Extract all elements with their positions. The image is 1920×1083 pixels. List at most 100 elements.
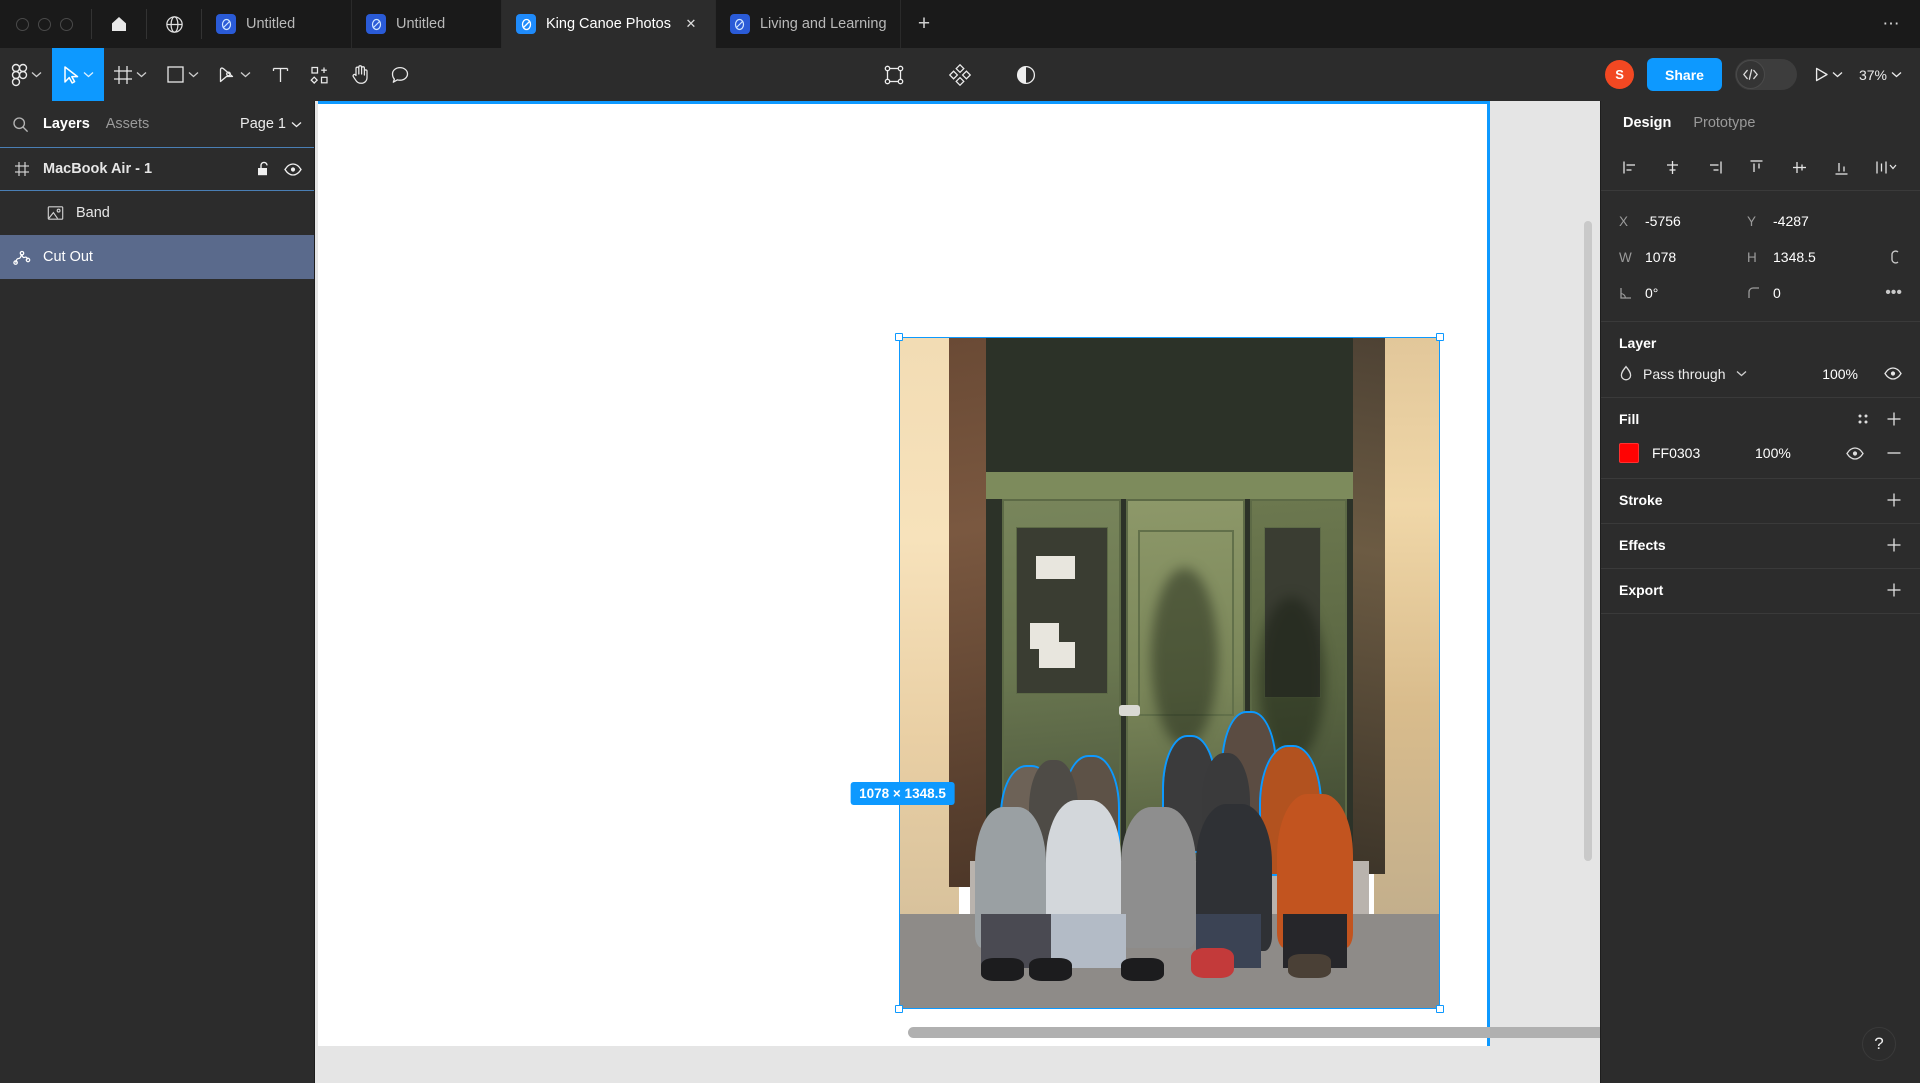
search-icon[interactable] [12,116,29,133]
layer-opacity-value[interactable]: 100% [1822,366,1858,382]
corner-radius-field[interactable]: 0 [1747,285,1875,301]
layers-panel-header: Layers Assets Page 1 [0,101,314,147]
blend-mode-selector[interactable]: Pass through [1619,365,1747,382]
rotation-field[interactable]: 0° [1619,285,1747,301]
photo-shoe-red [1191,947,1235,978]
align-vertical-center-icon[interactable] [1788,156,1811,179]
rotation-value[interactable]: 0° [1645,285,1658,301]
tab-king-canoe-photos[interactable]: King Canoe Photos ✕ [502,0,716,48]
corner-radius-value[interactable]: 0 [1773,285,1781,301]
share-button[interactable]: Share [1647,58,1722,91]
plus-icon[interactable] [1886,492,1902,508]
move-tool-button[interactable] [52,48,104,101]
effects-section: Effects [1601,524,1920,569]
tab-assets[interactable]: Assets [104,113,152,135]
eye-icon[interactable] [1884,367,1902,380]
plus-icon[interactable] [1886,537,1902,553]
home-button[interactable] [92,0,146,48]
tab-prototype[interactable]: Prototype [1693,115,1755,131]
chevron-down-icon[interactable] [240,71,251,78]
fill-color-swatch[interactable] [1619,443,1639,463]
main-menu-button[interactable] [0,48,52,101]
workspace: Layers Assets Page 1 MacBook Air - 1 Ban… [0,101,1920,1083]
chevron-down-icon[interactable] [83,71,94,78]
window-traffic-lights [0,0,91,48]
y-value[interactable]: -4287 [1773,213,1809,229]
canvas-page-background[interactable]: 1078 × 1348.5 [318,101,1600,1046]
new-tab-button[interactable]: + [901,0,947,48]
photo-brick-left [948,338,987,888]
text-tool-button[interactable] [260,48,300,101]
fill-opacity-value[interactable]: 100% [1755,445,1791,461]
plugins-button[interactable] [942,57,978,93]
styles-grid-icon[interactable] [1856,412,1870,426]
tab-layers[interactable]: Layers [41,113,92,135]
contrast-button[interactable] [1008,57,1044,93]
zoom-level-selector[interactable]: 37% [1859,67,1902,83]
help-button[interactable]: ? [1862,1027,1896,1061]
explore-community-button[interactable] [147,0,201,48]
height-field[interactable]: H 1348.5 [1747,249,1875,265]
chevron-down-icon[interactable] [1832,71,1843,78]
tab-untitled-1[interactable]: Untitled [202,0,352,48]
window-maximize-button[interactable] [60,17,73,31]
layer-row-cut-out[interactable]: Cut Out [0,235,314,279]
eye-icon[interactable] [1846,446,1864,460]
shape-rectangle-icon [166,65,185,84]
vector-edit-button[interactable] [876,57,912,93]
window-close-button[interactable] [16,17,29,31]
eye-icon[interactable] [284,162,302,176]
align-bottom-icon[interactable] [1830,156,1853,179]
present-button[interactable] [1810,66,1846,83]
plus-icon[interactable] [1886,411,1902,427]
frame-tool-button[interactable] [104,48,156,101]
hand-tool-button[interactable] [340,48,380,101]
photo-shoe [1120,957,1165,982]
align-right-icon[interactable] [1703,156,1726,179]
unlock-icon[interactable] [256,161,270,177]
band-group-photo[interactable] [900,338,1439,1008]
dev-mode-toggle[interactable] [1734,59,1797,90]
distribute-icon[interactable] [1872,156,1902,179]
x-field[interactable]: X -5756 [1619,213,1747,229]
chevron-down-icon[interactable] [136,71,147,78]
chevron-down-icon[interactable] [188,71,199,78]
chevron-down-icon[interactable] [31,71,42,78]
pen-tool-button[interactable] [208,48,260,101]
corner-radius-icon [1747,286,1761,300]
canvas-vertical-scrollbar[interactable] [1584,221,1592,861]
tab-label: King Canoe Photos [546,16,671,32]
canvas-area[interactable]: 1078 × 1348.5 [315,101,1600,1083]
minus-icon[interactable] [1886,445,1902,461]
layer-name: Cut Out [43,249,93,265]
plus-icon[interactable] [1886,582,1902,598]
align-left-icon[interactable] [1619,156,1642,179]
tab-design[interactable]: Design [1623,115,1671,131]
tab-living-and-learning-centre[interactable]: Living and Learning Centre - Berwick [716,0,901,48]
link-proportions-icon[interactable] [1889,247,1902,267]
home-icon [109,14,129,34]
comment-tool-button[interactable] [380,48,420,101]
more-options-button[interactable]: ••• [1885,284,1902,302]
canvas-horizontal-scrollbar[interactable] [908,1027,1600,1038]
components-button[interactable] [300,48,340,101]
tab-untitled-2[interactable]: Untitled [352,0,502,48]
position-row: X -5756 Y -4287 [1619,203,1902,239]
w-value[interactable]: 1078 [1645,249,1676,265]
align-horizontal-center-icon[interactable] [1661,156,1684,179]
window-minimize-button[interactable] [38,17,51,31]
tabbar-overflow-menu-button[interactable]: ⋯ [1864,0,1920,48]
width-field[interactable]: W 1078 [1619,249,1747,265]
align-top-icon[interactable] [1745,156,1768,179]
x-value[interactable]: -5756 [1645,213,1681,229]
close-icon[interactable]: ✕ [681,14,701,34]
y-field[interactable]: Y -4287 [1747,213,1875,229]
fill-hex-value[interactable]: FF0303 [1652,445,1742,461]
layer-row-band[interactable]: Band [0,191,314,235]
user-avatar[interactable]: S [1605,60,1635,89]
h-value[interactable]: 1348.5 [1773,249,1816,265]
page-selector[interactable]: Page 1 [240,116,302,132]
layer-row-macbook-air-1[interactable]: MacBook Air - 1 [0,147,314,191]
plugins-diamond-icon [949,63,971,86]
shape-tool-button[interactable] [156,48,208,101]
